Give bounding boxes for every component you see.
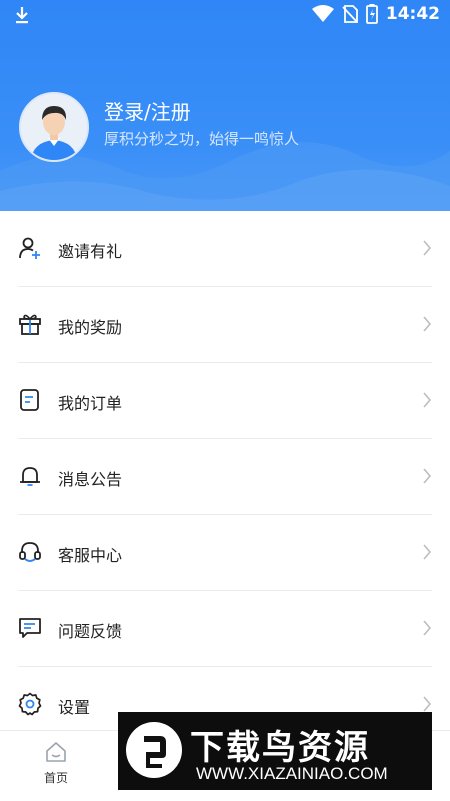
user-avatar-icon [21, 94, 87, 160]
chevron-right-icon [423, 316, 432, 332]
chevron-right-icon [423, 620, 432, 636]
menu-item-label: 客服中心 [58, 546, 123, 565]
chevron-right-icon [423, 544, 432, 560]
wifi-icon [311, 5, 334, 22]
chevron-right-icon [423, 696, 432, 712]
menu-item-label: 消息公告 [58, 470, 123, 489]
profile-header: 14:42 登录/注册 厚积分秒之功，始得一鸣惊人 [0, 0, 450, 211]
menu-item-orders[interactable]: 我的订单 [18, 363, 432, 439]
chevron-right-icon [423, 392, 432, 408]
watermark-title: 下载鸟资源 [190, 728, 370, 768]
status-bar: 14:42 [0, 0, 450, 32]
menu-list: 邀请有礼 我的奖励 我的订单 消息公告 客服中心 问题反馈 设置 [0, 211, 450, 742]
avatar[interactable] [19, 92, 89, 162]
order-icon [20, 389, 39, 411]
chevron-right-icon [423, 240, 432, 256]
gift-icon [19, 314, 41, 335]
menu-item-label: 我的订单 [58, 394, 123, 413]
home-icon [46, 742, 66, 762]
menu-item-feedback[interactable]: 问题反馈 [18, 591, 432, 667]
bird-logo-icon [126, 722, 182, 778]
chevron-right-icon [423, 468, 432, 484]
add-user-icon [19, 237, 40, 259]
watermark-url: WWW.XIAZAINIAO.COM [196, 764, 388, 783]
feedback-icon [19, 618, 41, 638]
menu-item-rewards[interactable]: 我的奖励 [18, 287, 432, 363]
login-register-link[interactable]: 登录/注册 [104, 96, 191, 125]
headset-icon [19, 542, 41, 562]
menu-item-label: 问题反馈 [58, 622, 123, 641]
nav-home-tab[interactable]: 首页 [26, 741, 86, 786]
battery-icon [365, 4, 378, 24]
download-icon [16, 7, 28, 24]
status-time: 14:42 [385, 4, 440, 24]
bell-icon [20, 467, 40, 486]
menu-item-label: 设置 [58, 698, 91, 717]
menu-item-invite[interactable]: 邀请有礼 [18, 211, 432, 287]
menu-item-notices[interactable]: 消息公告 [18, 439, 432, 515]
menu-item-label: 邀请有礼 [58, 242, 123, 261]
no-sim-icon [342, 5, 358, 23]
menu-item-customer-service[interactable]: 客服中心 [18, 515, 432, 591]
profile-subtitle: 厚积分秒之功，始得一鸣惊人 [104, 130, 300, 148]
nav-home-label: 首页 [43, 771, 68, 785]
watermark-banner: 下载鸟资源 WWW.XIAZAINIAO.COM [118, 712, 432, 790]
settings-icon [18, 692, 42, 716]
menu-item-label: 我的奖励 [58, 318, 123, 337]
